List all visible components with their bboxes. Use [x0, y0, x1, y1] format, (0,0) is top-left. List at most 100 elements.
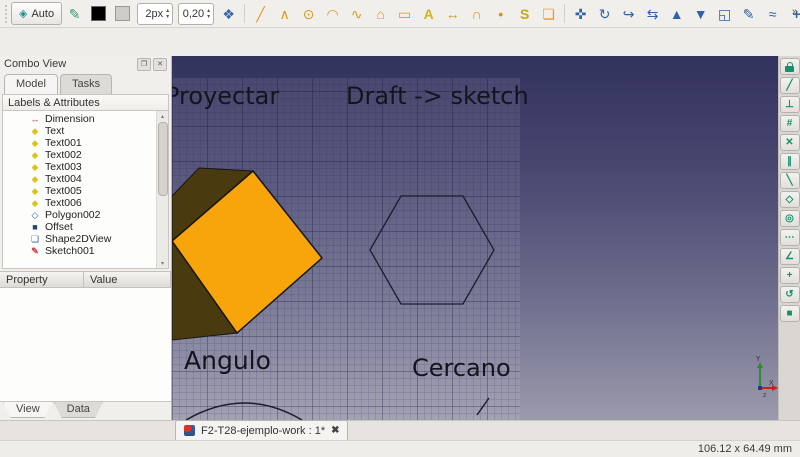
- tree-item[interactable]: ◆ Text006: [3, 197, 168, 209]
- spin-down-icon[interactable]: ▾: [207, 14, 210, 20]
- apply-style-button[interactable]: ❖: [217, 2, 240, 25]
- tab-close-icon[interactable]: ✖: [331, 425, 339, 436]
- tree-item[interactable]: ❏ Shape2DView: [3, 233, 168, 245]
- line-color-icon: [91, 6, 106, 21]
- tree-scrollbar[interactable]: ▴ ▾: [156, 111, 168, 268]
- annotation-draft-sketch[interactable]: Draft -> sketch: [346, 83, 529, 109]
- tree-item[interactable]: ◆ Text003: [3, 161, 168, 173]
- close-panel-button[interactable]: ✕: [153, 58, 167, 71]
- face-color-icon: [115, 6, 130, 21]
- toolbar-overflow-button[interactable]: »: [792, 6, 798, 18]
- draft-bspline-button[interactable]: ∿: [345, 2, 368, 25]
- tree-item[interactable]: ◆ Text002: [3, 149, 168, 161]
- draft-wire-to-bspline-button[interactable]: ≈: [761, 2, 784, 25]
- constraint-angle-button[interactable]: ∠: [780, 248, 800, 265]
- combo-view-title: Combo View: [4, 58, 66, 70]
- viewport-3d[interactable]: Y X z Proyectar Draft -> sketch Angulo C…: [172, 56, 778, 420]
- constraint-coincident-icon: +: [787, 271, 793, 281]
- line-width-spinbox[interactable]: 2px ▴ ▾: [137, 3, 173, 25]
- constraint-coincident-button[interactable]: +: [780, 267, 800, 284]
- scale-value: 0,20: [182, 8, 204, 20]
- constraint-block-button[interactable]: ■: [780, 305, 800, 322]
- annotation-angulo[interactable]: Angulo: [184, 347, 271, 375]
- draft-bezcurve-button[interactable]: ∩: [465, 2, 488, 25]
- draft-rotate-button[interactable]: ↻: [593, 2, 616, 25]
- face-color-swatch[interactable]: [111, 2, 134, 25]
- tab-model[interactable]: Model: [4, 74, 58, 94]
- text-icon: ◆: [29, 151, 41, 160]
- constraint-delete-button[interactable]: ✕: [780, 134, 800, 151]
- scale-spinbox[interactable]: 0,20 ▴ ▾: [178, 3, 214, 25]
- draft-offset-button[interactable]: ↪: [617, 2, 640, 25]
- draft-shapestring-button[interactable]: S: [513, 2, 536, 25]
- working-plane-icon: ◈: [19, 7, 27, 20]
- constraint-lock-icon: [785, 66, 794, 72]
- draft-arc-button[interactable]: ◠: [321, 2, 344, 25]
- draft-rectangle-button[interactable]: ▭: [393, 2, 416, 25]
- constraint-concentric-button[interactable]: ◎: [780, 210, 800, 227]
- toolbar-grip[interactable]: [5, 5, 7, 23]
- toolbar-separator: [244, 4, 245, 23]
- value-column-header[interactable]: Value: [84, 271, 171, 288]
- constraint-distance-button[interactable]: ╱: [780, 77, 800, 94]
- tree-item[interactable]: ■ Offset: [3, 221, 168, 233]
- tree-item[interactable]: ◇ Polygon002: [3, 209, 168, 221]
- draft-text-button[interactable]: A: [417, 2, 440, 25]
- draft-shapestring-icon: S: [520, 7, 529, 21]
- draft-downgrade-button[interactable]: ▼: [689, 2, 712, 25]
- text-icon: ◆: [29, 199, 41, 208]
- draft-upgrade-button[interactable]: ▲: [665, 2, 688, 25]
- draft-line-button[interactable]: ╱: [249, 2, 272, 25]
- scroll-up-icon[interactable]: ▴: [157, 111, 168, 121]
- draft-edit-button[interactable]: ✎: [737, 2, 760, 25]
- constraint-angle-icon: ∠: [785, 252, 794, 262]
- draft-circle-button[interactable]: ⊙: [297, 2, 320, 25]
- tab-data[interactable]: Data: [54, 402, 103, 418]
- constraint-distance-x-button[interactable]: ⋯: [780, 229, 800, 246]
- status-bar: 106.12 x 64.49 mm: [0, 440, 800, 457]
- tree-item[interactable]: ◆ Text001: [3, 137, 168, 149]
- construction-mode-toggle[interactable]: ✎: [63, 2, 86, 25]
- constraint-tangent-button[interactable]: ╲: [780, 172, 800, 189]
- draft-wire-button[interactable]: ∧: [273, 2, 296, 25]
- draft-dimension-button[interactable]: ↔: [441, 2, 464, 25]
- annotation-cercano[interactable]: Cercano: [412, 355, 511, 381]
- property-editor-area: [0, 288, 171, 401]
- draft-trimex-button[interactable]: ⇆: [641, 2, 664, 25]
- text-icon: ◆: [29, 163, 41, 172]
- draft-move-button[interactable]: ✜: [569, 2, 592, 25]
- tree-item[interactable]: ◆ Text: [3, 125, 168, 137]
- constraint-symmetric-button[interactable]: ↺: [780, 286, 800, 303]
- document-tab[interactable]: F2-T28-ejemplo-work : 1* ✖: [175, 420, 348, 440]
- constraint-perpendicular-button[interactable]: ⊥: [780, 96, 800, 113]
- text-icon: ◆: [29, 187, 41, 196]
- float-panel-button[interactable]: ❐: [137, 58, 151, 71]
- constraint-auto-button[interactable]: #: [780, 115, 800, 132]
- draft-point-button[interactable]: •: [489, 2, 512, 25]
- scrollbar-thumb[interactable]: [158, 122, 168, 196]
- tree-item[interactable]: ◆ Text005: [3, 185, 168, 197]
- axis-x-label: X: [769, 379, 774, 387]
- tab-view[interactable]: View: [3, 402, 53, 418]
- tree-item[interactable]: ◆ Text004: [3, 173, 168, 185]
- tree-item[interactable]: ↔ Dimension: [3, 113, 168, 125]
- line-color-swatch[interactable]: [87, 2, 110, 25]
- property-header: Property Value: [0, 271, 171, 288]
- draft-facebinder-button[interactable]: ❏: [537, 2, 560, 25]
- tree-item[interactable]: ✎ Sketch001: [3, 245, 168, 257]
- freecad-file-icon: [184, 425, 195, 436]
- apply-style-icon: ❖: [222, 7, 235, 21]
- constraint-parallel-button[interactable]: ∥: [780, 153, 800, 170]
- annotation-proyectar[interactable]: Proyectar: [172, 83, 279, 109]
- scroll-down-icon[interactable]: ▾: [157, 258, 168, 268]
- constraint-lock-button[interactable]: [780, 58, 800, 75]
- constraint-equal-button[interactable]: ◇: [780, 191, 800, 208]
- property-column-header[interactable]: Property: [0, 271, 84, 288]
- working-plane-button[interactable]: ◈ Auto: [11, 2, 62, 25]
- spin-down-icon[interactable]: ▾: [166, 14, 169, 20]
- draft-scale-button[interactable]: ◱: [713, 2, 736, 25]
- constraint-distance-icon: ╱: [786, 81, 792, 91]
- tab-tasks[interactable]: Tasks: [60, 74, 112, 94]
- draft-polygon-button[interactable]: ⌂: [369, 2, 392, 25]
- axis-indicator: Y X z: [755, 355, 778, 399]
